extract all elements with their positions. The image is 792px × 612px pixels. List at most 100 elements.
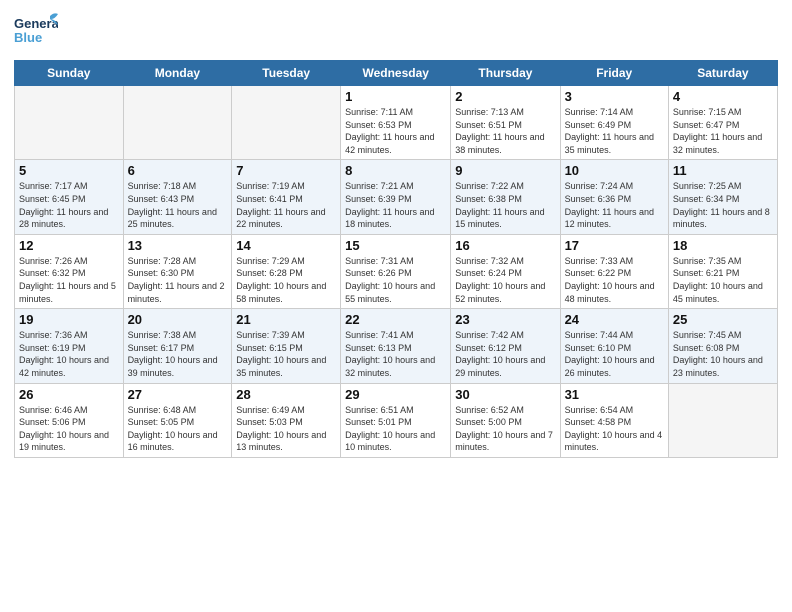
day-info: Sunrise: 7:36 AMSunset: 6:19 PMDaylight:… (19, 329, 119, 379)
calendar-week-1: 1 Sunrise: 7:11 AMSunset: 6:53 PMDaylight… (15, 86, 778, 160)
day-number: 1 (345, 89, 446, 104)
day-info: Sunrise: 7:33 AMSunset: 6:22 PMDaylight:… (565, 255, 664, 305)
logo-bird-icon: General Blue (14, 10, 58, 54)
calendar-cell: 24Sunrise: 7:44 AMSunset: 6:10 PMDayligh… (560, 309, 668, 383)
day-number: 5 (19, 163, 119, 178)
col-header-monday: Monday (123, 61, 232, 86)
calendar-cell: 12 Sunrise: 7:26 AMSunset: 6:32 PMDayligh… (15, 234, 124, 308)
calendar-week-5: 26 Sunrise: 6:46 AMSunset: 5:06 PMDayligh… (15, 383, 778, 457)
day-number: 30 (455, 387, 555, 402)
day-info: Sunrise: 6:54 AMSunset: 4:58 PMDaylight:… (565, 404, 664, 454)
day-info: Sunrise: 7:24 AMSunset: 6:36 PMDaylight:… (565, 180, 664, 230)
day-number: 19 (19, 312, 119, 327)
day-info: Sunrise: 6:46 AMSunset: 5:06 PMDaylight:… (19, 404, 119, 454)
header: General Blue (14, 10, 778, 54)
col-header-wednesday: Wednesday (341, 61, 451, 86)
calendar-table: SundayMondayTuesdayWednesdayThursdayFrid… (14, 60, 778, 458)
calendar-cell: 18 Sunrise: 7:35 AMSunset: 6:21 PMDayligh… (668, 234, 777, 308)
logo: General Blue (14, 10, 58, 54)
day-info: Sunrise: 7:14 AMSunset: 6:49 PMDaylight:… (565, 106, 664, 156)
calendar-cell: 16Sunrise: 7:32 AMSunset: 6:24 PMDayligh… (451, 234, 560, 308)
day-number: 7 (236, 163, 336, 178)
day-number: 8 (345, 163, 446, 178)
day-info: Sunrise: 7:35 AMSunset: 6:21 PMDaylight:… (673, 255, 773, 305)
day-number: 13 (128, 238, 228, 253)
day-number: 10 (565, 163, 664, 178)
day-info: Sunrise: 7:19 AMSunset: 6:41 PMDaylight:… (236, 180, 336, 230)
calendar-cell: 27 Sunrise: 6:48 AMSunset: 5:05 PMDayligh… (123, 383, 232, 457)
calendar-cell (232, 86, 341, 160)
calendar-week-3: 12 Sunrise: 7:26 AMSunset: 6:32 PMDayligh… (15, 234, 778, 308)
day-number: 22 (345, 312, 446, 327)
calendar-cell: 4Sunrise: 7:15 AMSunset: 6:47 PMDaylight… (668, 86, 777, 160)
day-number: 20 (128, 312, 228, 327)
col-header-thursday: Thursday (451, 61, 560, 86)
day-info: Sunrise: 7:29 AMSunset: 6:28 PMDaylight:… (236, 255, 336, 305)
day-number: 29 (345, 387, 446, 402)
calendar-cell: 1 Sunrise: 7:11 AMSunset: 6:53 PMDaylight… (341, 86, 451, 160)
day-number: 6 (128, 163, 228, 178)
day-info: Sunrise: 7:11 AMSunset: 6:53 PMDaylight:… (345, 106, 446, 156)
day-number: 27 (128, 387, 228, 402)
page: General Blue SundayMondayTuesdayWednesda… (0, 0, 792, 612)
day-info: Sunrise: 7:17 AMSunset: 6:45 PMDaylight:… (19, 180, 119, 230)
day-info: Sunrise: 7:21 AMSunset: 6:39 PMDaylight:… (345, 180, 446, 230)
day-info: Sunrise: 7:38 AMSunset: 6:17 PMDaylight:… (128, 329, 228, 379)
calendar-cell: 28Sunrise: 6:49 AMSunset: 5:03 PMDayligh… (232, 383, 341, 457)
day-info: Sunrise: 7:39 AMSunset: 6:15 PMDaylight:… (236, 329, 336, 379)
day-number: 15 (345, 238, 446, 253)
day-number: 21 (236, 312, 336, 327)
calendar-cell: 6Sunrise: 7:18 AMSunset: 6:43 PMDaylight… (123, 160, 232, 234)
calendar-cell: 30 Sunrise: 6:52 AMSunset: 5:00 PMDayligh… (451, 383, 560, 457)
svg-text:Blue: Blue (14, 30, 42, 45)
calendar-cell: 10 Sunrise: 7:24 AMSunset: 6:36 PMDayligh… (560, 160, 668, 234)
day-number: 23 (455, 312, 555, 327)
calendar-cell: 9 Sunrise: 7:22 AMSunset: 6:38 PMDaylight… (451, 160, 560, 234)
day-info: Sunrise: 6:48 AMSunset: 5:05 PMDaylight:… (128, 404, 228, 454)
day-info: Sunrise: 7:26 AMSunset: 6:32 PMDaylight:… (19, 255, 119, 305)
day-number: 28 (236, 387, 336, 402)
day-number: 25 (673, 312, 773, 327)
logo-container: General Blue (14, 10, 58, 54)
day-info: Sunrise: 7:45 AMSunset: 6:08 PMDaylight:… (673, 329, 773, 379)
col-header-tuesday: Tuesday (232, 61, 341, 86)
calendar-week-4: 19 Sunrise: 7:36 AMSunset: 6:19 PMDayligh… (15, 309, 778, 383)
calendar-cell: 11Sunrise: 7:25 AMSunset: 6:34 PMDayligh… (668, 160, 777, 234)
day-number: 26 (19, 387, 119, 402)
day-info: Sunrise: 7:22 AMSunset: 6:38 PMDaylight:… (455, 180, 555, 230)
day-number: 18 (673, 238, 773, 253)
day-info: Sunrise: 6:51 AMSunset: 5:01 PMDaylight:… (345, 404, 446, 454)
calendar-cell: 21 Sunrise: 7:39 AMSunset: 6:15 PMDayligh… (232, 309, 341, 383)
calendar-cell: 19 Sunrise: 7:36 AMSunset: 6:19 PMDayligh… (15, 309, 124, 383)
day-info: Sunrise: 7:32 AMSunset: 6:24 PMDaylight:… (455, 255, 555, 305)
day-info: Sunrise: 6:52 AMSunset: 5:00 PMDaylight:… (455, 404, 555, 454)
day-info: Sunrise: 7:13 AMSunset: 6:51 PMDaylight:… (455, 106, 555, 156)
day-info: Sunrise: 7:15 AMSunset: 6:47 PMDaylight:… (673, 106, 773, 156)
calendar-cell (123, 86, 232, 160)
calendar-cell: 25 Sunrise: 7:45 AMSunset: 6:08 PMDayligh… (668, 309, 777, 383)
calendar-cell: 5 Sunrise: 7:17 AMSunset: 6:45 PMDaylight… (15, 160, 124, 234)
calendar-cell: 22 Sunrise: 7:41 AMSunset: 6:13 PMDayligh… (341, 309, 451, 383)
calendar-cell: 29 Sunrise: 6:51 AMSunset: 5:01 PMDayligh… (341, 383, 451, 457)
calendar-cell (15, 86, 124, 160)
calendar-cell: 17 Sunrise: 7:33 AMSunset: 6:22 PMDayligh… (560, 234, 668, 308)
day-number: 12 (19, 238, 119, 253)
day-number: 3 (565, 89, 664, 104)
calendar-week-2: 5 Sunrise: 7:17 AMSunset: 6:45 PMDaylight… (15, 160, 778, 234)
col-header-friday: Friday (560, 61, 668, 86)
day-number: 24 (565, 312, 664, 327)
day-number: 2 (455, 89, 555, 104)
day-info: Sunrise: 7:41 AMSunset: 6:13 PMDaylight:… (345, 329, 446, 379)
day-number: 11 (673, 163, 773, 178)
calendar-cell (668, 383, 777, 457)
col-header-sunday: Sunday (15, 61, 124, 86)
day-number: 14 (236, 238, 336, 253)
calendar-cell: 23Sunrise: 7:42 AMSunset: 6:12 PMDayligh… (451, 309, 560, 383)
calendar-cell: 2 Sunrise: 7:13 AMSunset: 6:51 PMDaylight… (451, 86, 560, 160)
calendar-cell: 13Sunrise: 7:28 AMSunset: 6:30 PMDayligh… (123, 234, 232, 308)
calendar-cell: 14 Sunrise: 7:29 AMSunset: 6:28 PMDayligh… (232, 234, 341, 308)
day-number: 9 (455, 163, 555, 178)
calendar-cell: 20 Sunrise: 7:38 AMSunset: 6:17 PMDayligh… (123, 309, 232, 383)
day-number: 17 (565, 238, 664, 253)
calendar-cell: 3 Sunrise: 7:14 AMSunset: 6:49 PMDaylight… (560, 86, 668, 160)
